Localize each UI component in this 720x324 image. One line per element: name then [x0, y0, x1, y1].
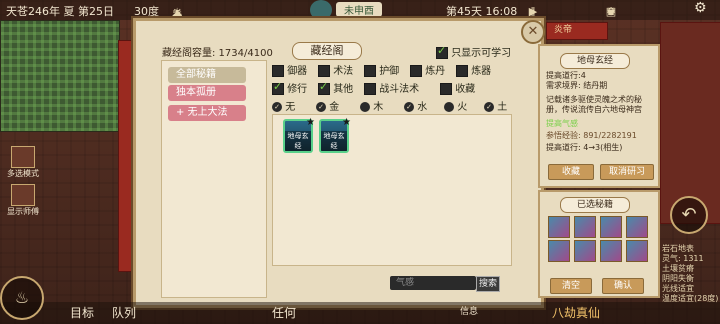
multi-select-button[interactable]: 多选模式: [6, 146, 40, 179]
star-icon: ★: [342, 117, 351, 128]
skill-grid: ★ 地母玄经 ★ 地母玄经: [272, 114, 512, 266]
top-badge[interactable]: 炎帝: [554, 22, 572, 35]
gourd-button[interactable]: ♨: [0, 276, 44, 320]
location-tag: 未申酉: [336, 2, 382, 17]
status-bar: 天苍246年 夏 第25日 30度 ≋ ☁ ☀ 未申酉 第45天 16:08 ‖…: [0, 0, 720, 35]
filter-item[interactable]: 其他: [318, 80, 353, 95]
cancel-study-button[interactable]: 取消研习: [600, 164, 654, 180]
stat-line: 岩石地表: [662, 244, 694, 253]
bottom-bar: [0, 302, 720, 324]
only-learnable-label: 只显示可学习: [451, 48, 512, 59]
detail-line: 参悟经验: 891/2282191: [546, 131, 637, 140]
detail-title: 地母玄经: [560, 53, 630, 69]
search-button[interactable]: 搜索: [476, 276, 500, 292]
category-list: 全部秘籍 独本孤册 + 无上大法: [161, 60, 267, 298]
skill-label: 地母玄经: [285, 131, 311, 151]
selected-skill[interactable]: [600, 216, 622, 238]
selected-skill[interactable]: [548, 216, 570, 238]
selected-skill[interactable]: [548, 240, 570, 262]
map-wall: [118, 40, 134, 272]
any-button[interactable]: 任何: [272, 304, 296, 321]
skill-card[interactable]: ★ 地母玄经: [283, 117, 315, 153]
yin-yang-icon[interactable]: [310, 0, 332, 20]
display-mode-button[interactable]: 显示师傅: [6, 184, 40, 217]
team-button[interactable]: 队列: [112, 304, 136, 321]
target-button[interactable]: 目标: [70, 304, 94, 321]
element-filter[interactable]: ✓ 土: [484, 98, 507, 113]
minimap[interactable]: [0, 20, 120, 132]
detail-line: 提高气感: [546, 119, 578, 128]
multi-select-label: 多选模式: [7, 169, 39, 178]
clear-button[interactable]: 清空: [550, 278, 592, 294]
confirm-button[interactable]: 确认: [602, 278, 644, 294]
gourd-icon: ♨: [14, 288, 30, 307]
day-time: 第45天 16:08: [446, 5, 518, 18]
stat-line: 光线适宜: [662, 284, 694, 293]
fast-forward-icon[interactable]: »: [526, 5, 540, 19]
game-date: 天苍246年 夏 第25日: [6, 5, 114, 18]
filter-item[interactable]: 修行: [272, 80, 307, 95]
element-filter[interactable]: ✓ 无: [272, 98, 295, 113]
selected-skill[interactable]: [574, 240, 596, 262]
selected-skill[interactable]: [600, 240, 622, 262]
selected-skills-panel: 已选秘籍 清空 确认: [538, 190, 660, 298]
filter-item[interactable]: 术法: [318, 62, 353, 77]
stat-line: 灵气: 1311: [662, 254, 704, 263]
detail-line: 需求境界: 结丹期: [546, 81, 608, 90]
selected-title: 已选秘籍: [560, 197, 630, 213]
detail-line: 册，传说流传自六地母神宫: [546, 105, 642, 114]
filter-item[interactable]: 炼丹: [410, 62, 445, 77]
star-icon: ★: [306, 117, 315, 128]
close-button[interactable]: ✕: [521, 20, 545, 44]
temperature: 30度: [134, 5, 159, 18]
settings-icon[interactable]: ⚙: [604, 5, 618, 19]
filter-panel: 御器 术法 护御 炼丹 炼器 修行 其他 战斗法术 收藏 ✓ 无 ✓ 金 木 ✓…: [272, 60, 532, 113]
menu-icon[interactable]: ⚙: [694, 0, 707, 16]
selected-skill[interactable]: [574, 216, 596, 238]
back-arrow-icon: ↶: [681, 204, 697, 225]
info-button[interactable]: 信息: [460, 304, 478, 317]
skill-card[interactable]: ★ 地母玄经: [319, 117, 351, 153]
element-filter[interactable]: ✓ 金: [316, 98, 339, 113]
filter-item[interactable]: 战斗法术: [364, 80, 419, 95]
filter-item[interactable]: 收藏: [440, 80, 475, 95]
element-filter[interactable]: 木: [360, 98, 383, 113]
panel-title: 藏经阁: [292, 42, 362, 60]
skill-label: 地母玄经: [321, 131, 347, 151]
selected-skill[interactable]: [626, 216, 648, 238]
terrain-stats: 岩石地表 灵气: 1311 土壤贫瘠 阴阳失衡 光线适宜 温度适宜(28度): [662, 244, 720, 304]
eye-icon: [11, 146, 35, 168]
skill-detail-panel: 地母玄经 提高道行:4 需求境界: 结丹期 记载诸多驱使灵魄之术的秘 册，传说流…: [538, 44, 660, 188]
display-mode-label: 显示师傅: [7, 207, 39, 216]
capacity-label: 藏经阁容量: 1734/4100: [162, 48, 273, 59]
element-filter[interactable]: ✓ 水: [404, 98, 427, 113]
filter-item[interactable]: 炼器: [456, 62, 491, 77]
filter-item[interactable]: 御器: [272, 62, 307, 77]
filter-item[interactable]: 护御: [364, 62, 399, 77]
only-learnable-toggle[interactable]: 只显示可学习: [436, 44, 511, 59]
element-filter[interactable]: 火: [444, 98, 467, 113]
stat-line: 土壤贫瘠: [662, 264, 694, 273]
person-icon: [11, 184, 35, 206]
map-wall: [660, 22, 720, 224]
detail-line: 提高道行: 4→3(相生): [546, 143, 623, 152]
collect-button[interactable]: 收藏: [548, 164, 594, 180]
only-learnable-checkbox[interactable]: [436, 44, 448, 59]
back-button[interactable]: ↶: [670, 196, 708, 234]
category-all[interactable]: 全部秘籍: [168, 67, 246, 83]
stat-line: 阴阳失衡: [662, 274, 694, 283]
category-supreme[interactable]: + 无上大法: [168, 105, 246, 121]
category-unique[interactable]: 独本孤册: [168, 85, 246, 101]
selected-skill[interactable]: [626, 240, 648, 262]
realm-label: 八劫真仙: [552, 306, 601, 320]
search-input[interactable]: 气感: [390, 276, 476, 290]
close-icon: ✕: [527, 24, 539, 39]
